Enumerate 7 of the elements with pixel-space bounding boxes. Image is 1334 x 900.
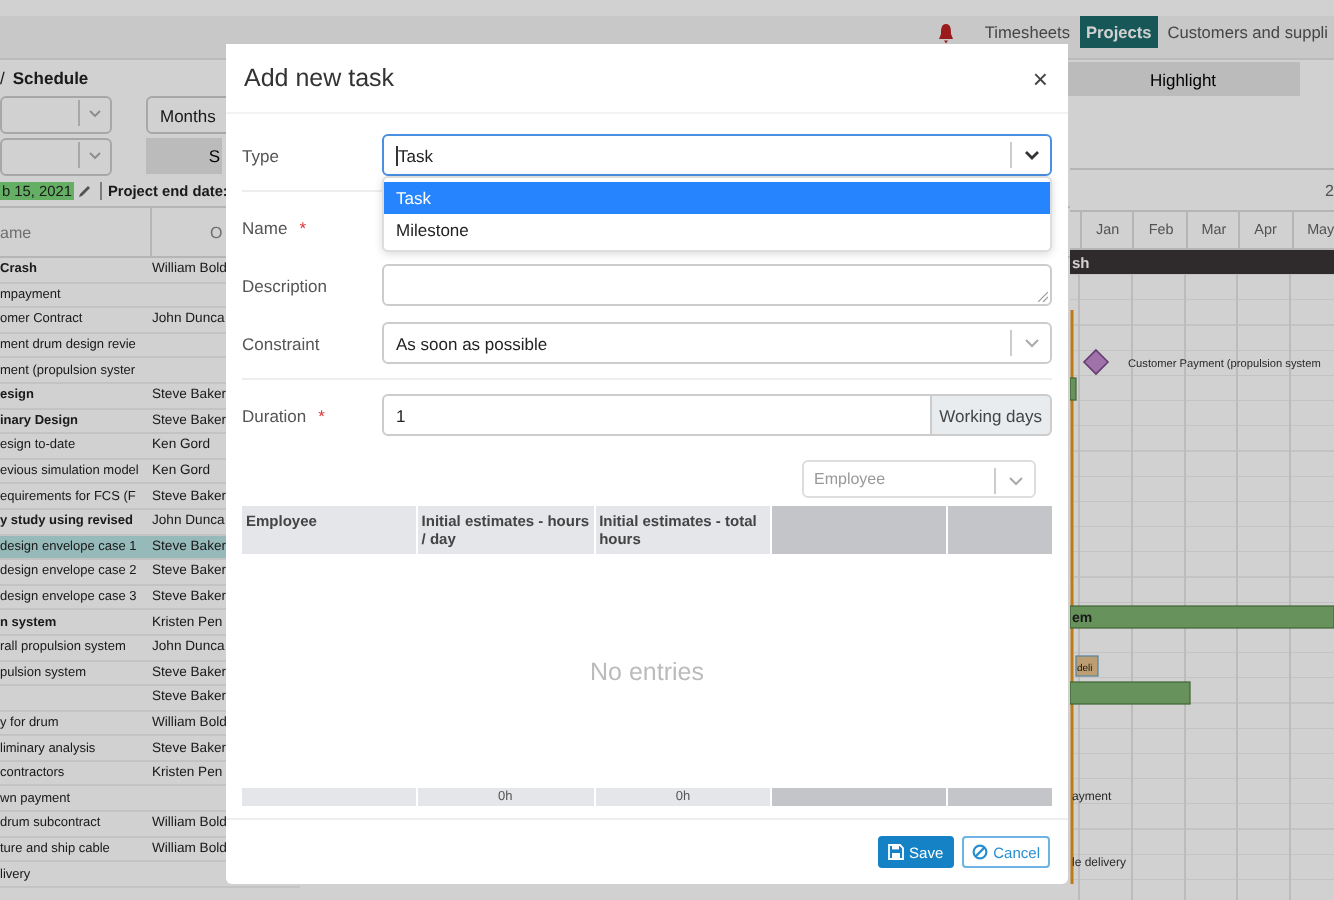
duration-unit: Working days (931, 394, 1052, 436)
field-label: Type (242, 145, 281, 165)
dialog-title: Add new task (244, 64, 395, 92)
breadcrumb-current: Schedule (12, 68, 89, 88)
empty-message: No entries (590, 657, 704, 685)
breadcrumb-separator: / (0, 68, 5, 88)
year-label: 2 (1325, 181, 1334, 199)
